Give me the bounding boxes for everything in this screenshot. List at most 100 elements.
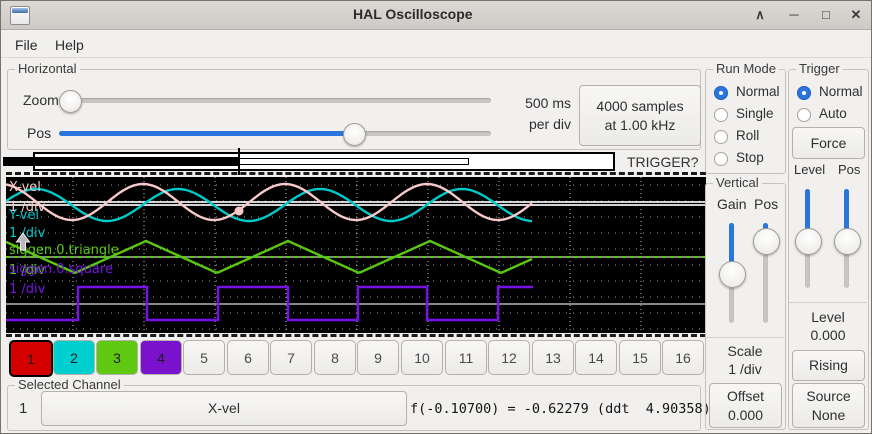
run-mode-title: Run Mode xyxy=(713,61,779,76)
sample-marker-dot xyxy=(235,207,244,216)
source-label: Source xyxy=(806,387,850,406)
scope-display[interactable]: X-vel1 /divY-vel1 /divsiggen.0.triangle1… xyxy=(6,177,706,333)
channel-source-button[interactable]: X-vel xyxy=(41,391,407,426)
record-view-window[interactable] xyxy=(239,158,469,165)
window-title: HAL Oscilloscope xyxy=(353,6,473,22)
radio-label: Stop xyxy=(736,150,764,165)
gain-slider-handle[interactable] xyxy=(719,261,746,288)
trigger-pos-label: Pos xyxy=(838,162,860,177)
trigger-separator xyxy=(789,302,867,303)
radio-icon[interactable] xyxy=(714,152,728,166)
vertical-title: Vertical xyxy=(713,175,762,190)
trigger-pos-slider-handle[interactable] xyxy=(834,228,861,255)
zoom-label: Zoom xyxy=(23,92,59,108)
timebase-readout: 500 ms per div xyxy=(501,93,571,135)
channel-button-5[interactable]: 5 xyxy=(183,340,225,375)
radio-label: Single xyxy=(736,106,774,121)
channel-button-13[interactable]: 13 xyxy=(532,340,574,375)
source-value: None xyxy=(812,406,845,425)
trigger-title: Trigger xyxy=(796,61,843,76)
scope-channel-name: siggen.0.square xyxy=(9,263,113,277)
trigger-position-tick xyxy=(238,148,240,175)
pos-slider-fill xyxy=(59,131,355,136)
samples-button[interactable]: 4000 samples at 1.00 kHz xyxy=(579,85,701,146)
radio-option-roll[interactable]: Roll xyxy=(714,127,782,149)
zoom-slider-handle[interactable] xyxy=(59,90,82,113)
timebase-line2: per div xyxy=(501,114,571,135)
menu-bar: File Help xyxy=(1,30,871,58)
radio-option-auto[interactable]: Auto xyxy=(797,105,865,127)
radio-icon[interactable] xyxy=(714,108,728,122)
channel-button-16[interactable]: 16 xyxy=(662,340,704,375)
radio-option-normal[interactable]: Normal xyxy=(714,83,782,105)
radio-label: Roll xyxy=(736,128,759,143)
radio-label: Normal xyxy=(736,84,780,99)
channel-button-8[interactable]: 8 xyxy=(314,340,356,375)
channel-button-15[interactable]: 15 xyxy=(619,340,661,375)
channel-button-7[interactable]: 7 xyxy=(270,340,312,375)
scale-label: Scale xyxy=(706,343,784,359)
offset-label: Offset xyxy=(727,387,764,406)
channel-button-1[interactable]: 1 xyxy=(9,340,53,377)
shade-button[interactable]: ∧ xyxy=(747,5,773,25)
vertical-separator xyxy=(706,337,784,338)
vertical-pos-label: Pos xyxy=(754,196,778,212)
timebase-line1: 500 ms xyxy=(501,93,571,114)
radio-icon[interactable] xyxy=(714,86,728,100)
channel-button-2[interactable]: 2 xyxy=(53,340,95,375)
radio-option-single[interactable]: Single xyxy=(714,105,782,127)
channel-button-9[interactable]: 9 xyxy=(357,340,399,375)
radio-option-stop[interactable]: Stop xyxy=(714,149,782,171)
trigger-source-button[interactable]: Source None xyxy=(792,383,865,428)
channel-button-14[interactable]: 14 xyxy=(575,340,617,375)
window-icon[interactable] xyxy=(10,6,30,25)
run-mode-radios: Normal Single Roll Stop xyxy=(714,83,782,171)
force-button[interactable]: Force xyxy=(792,127,865,159)
channel-button-12[interactable]: 12 xyxy=(488,340,530,375)
radio-icon[interactable] xyxy=(797,108,811,122)
radio-icon[interactable] xyxy=(797,86,811,100)
channel-button-3[interactable]: 3 xyxy=(96,340,138,375)
scope-border-top xyxy=(6,172,706,175)
pos-label: Pos xyxy=(27,125,51,141)
trigger-level-label: Level xyxy=(794,162,825,177)
radio-label: Auto xyxy=(819,106,847,121)
vertical-pos-slider-handle[interactable] xyxy=(753,228,780,255)
horizontal-panel-title: Horizontal xyxy=(15,61,80,76)
samples-line2: at 1.00 kHz xyxy=(605,116,676,135)
value-readout: f(-0.10700) = -0.62279 (ddt 4.90358) xyxy=(410,401,711,417)
app-window: HAL Oscilloscope ∧ ─ □ ✕ File Help Horiz… xyxy=(0,0,872,434)
scope-border-bottom xyxy=(6,334,706,337)
close-button[interactable]: ✕ xyxy=(843,5,869,25)
gain-label: Gain xyxy=(717,196,747,212)
menu-help[interactable]: Help xyxy=(49,35,90,55)
trigger-level-slider-handle[interactable] xyxy=(795,228,822,255)
offset-button[interactable]: Offset 0.000 xyxy=(709,383,782,428)
pos-slider-handle[interactable] xyxy=(343,123,366,146)
channel-button-4[interactable]: 4 xyxy=(140,340,182,375)
scale-value: 1 /div xyxy=(706,361,784,377)
minimize-button[interactable]: ─ xyxy=(781,5,807,25)
channel-button-11[interactable]: 11 xyxy=(445,340,487,375)
level-readout-label: Level xyxy=(789,309,867,325)
trigger-radios: NormalAuto xyxy=(797,83,865,127)
samples-line1: 4000 samples xyxy=(596,97,683,116)
maximize-button[interactable]: □ xyxy=(813,5,839,25)
record-filled-bar xyxy=(3,157,239,166)
edge-button[interactable]: Rising xyxy=(792,350,865,381)
mouse-cursor-icon xyxy=(15,232,31,251)
channel-button-10[interactable]: 10 xyxy=(401,340,443,375)
menu-file[interactable]: File xyxy=(9,35,44,55)
scope-channel-name: Y-vel xyxy=(9,209,39,223)
radio-option-normal[interactable]: Normal xyxy=(797,83,865,105)
level-readout-value: 0.000 xyxy=(789,327,867,343)
radio-icon[interactable] xyxy=(714,130,728,144)
title-bar: HAL Oscilloscope ∧ ─ □ ✕ xyxy=(1,1,871,30)
scope-channel-scale: 1 /div xyxy=(9,283,45,297)
scope-channel-name: X-vel xyxy=(9,181,41,195)
zoom-slider[interactable] xyxy=(59,98,491,103)
run-mode-panel: Run Mode NormalSingleRollStop xyxy=(705,69,786,174)
channel-button-row: 12345678910111213141516 xyxy=(1,340,707,374)
channel-button-6[interactable]: 6 xyxy=(227,340,269,375)
selected-channel-number: 1 xyxy=(19,400,27,417)
